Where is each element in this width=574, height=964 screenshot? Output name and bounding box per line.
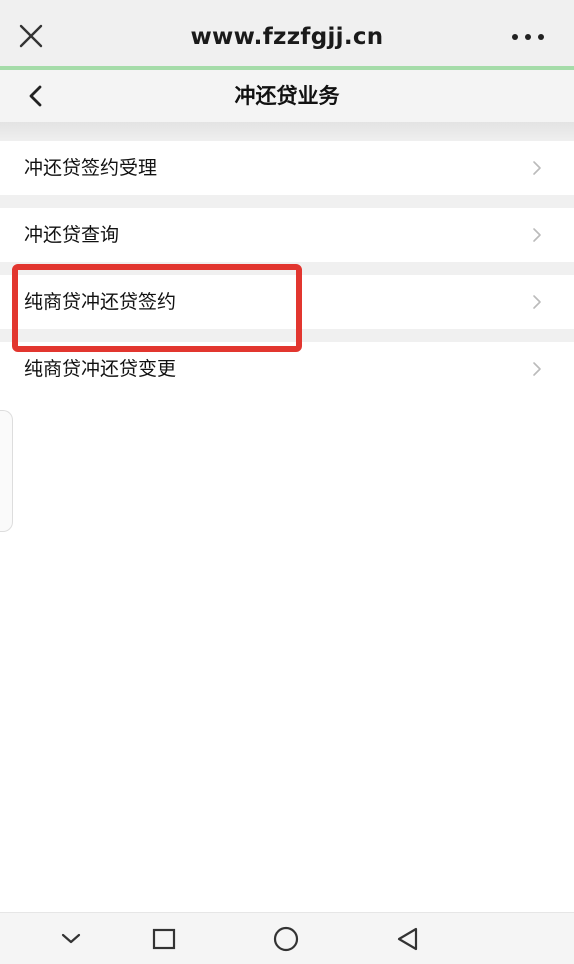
square-icon <box>152 928 176 950</box>
page-title: 冲还贷业务 <box>234 84 340 108</box>
more-dots-icon <box>512 34 544 40</box>
more-button[interactable] <box>506 22 550 52</box>
menu-list: 冲还贷签约受理 冲还贷查询 纯商贷冲还贷签约 纯商贷冲还贷变更 <box>0 141 574 396</box>
menu-divider <box>0 195 574 208</box>
menu-item-loan-repay-signing[interactable]: 冲还贷签约受理 <box>0 141 574 195</box>
menu-item-label: 纯商贷冲还贷变更 <box>24 358 177 380</box>
chevron-down-icon <box>61 933 81 944</box>
circle-icon <box>273 926 299 952</box>
chevron-right-icon <box>533 161 541 175</box>
triangle-back-icon <box>397 927 418 951</box>
nav-home-button[interactable] <box>266 919 306 959</box>
chevron-right-icon <box>533 295 541 309</box>
menu-item-label: 纯商贷冲还贷签约 <box>24 291 177 313</box>
menu-item-commercial-loan-change[interactable]: 纯商贷冲还贷变更 <box>0 342 574 396</box>
nav-recents-button[interactable] <box>144 919 184 959</box>
back-button[interactable] <box>18 80 54 112</box>
chevron-right-icon <box>533 362 541 376</box>
page-url: www.fzzfgjj.cn <box>190 24 384 50</box>
close-icon <box>19 24 43 48</box>
system-nav-bar <box>0 912 574 964</box>
menu-item-commercial-loan-signing[interactable]: 纯商贷冲还贷签约 <box>0 275 574 329</box>
menu-divider <box>0 329 574 342</box>
page-header: 冲还贷业务 <box>0 70 574 122</box>
close-button[interactable] <box>14 19 48 53</box>
nav-collapse-button[interactable] <box>51 919 91 959</box>
browser-top-bar: www.fzzfgjj.cn <box>0 0 574 66</box>
menu-item-label: 冲还贷签约受理 <box>24 157 158 179</box>
header-divider <box>0 122 574 141</box>
chevron-left-icon <box>29 85 42 107</box>
menu-item-label: 冲还贷查询 <box>24 224 120 246</box>
side-floating-tab[interactable] <box>0 410 13 532</box>
chevron-right-icon <box>533 228 541 242</box>
menu-divider <box>0 262 574 275</box>
nav-back-button[interactable] <box>388 919 428 959</box>
menu-item-loan-repay-query[interactable]: 冲还贷查询 <box>0 208 574 262</box>
